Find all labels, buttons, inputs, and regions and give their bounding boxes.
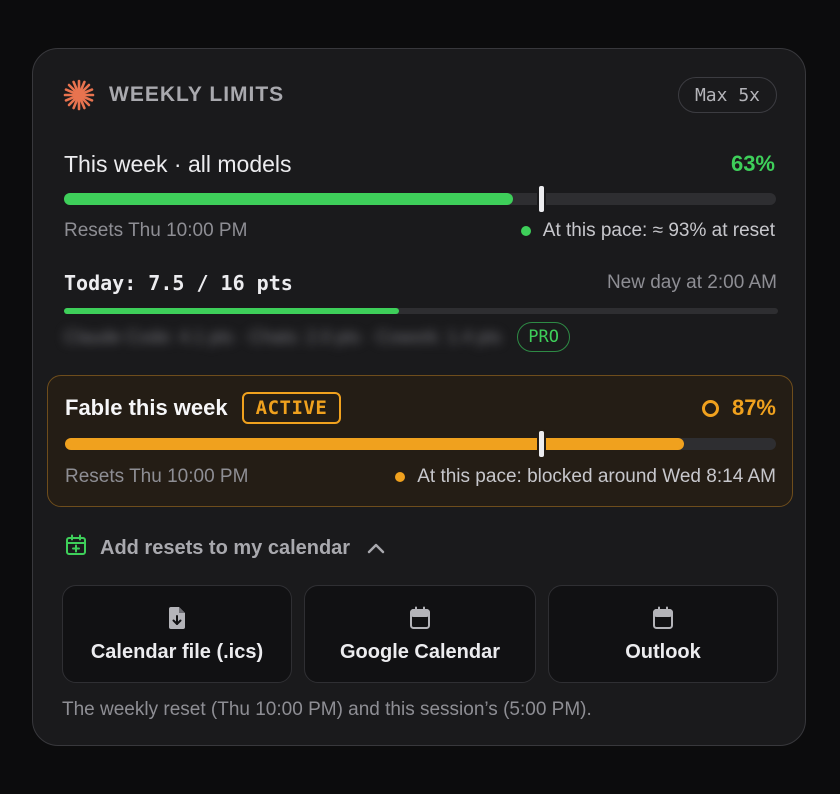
weekly-pace: At this pace: ≈ 93% at reset	[520, 220, 775, 242]
pro-badge: PRO	[517, 322, 570, 352]
outlook-button[interactable]: Outlook	[548, 585, 778, 683]
file-download-icon	[167, 605, 187, 631]
fable-title: Fable this week	[65, 395, 228, 420]
google-calendar-label: Google Calendar	[339, 640, 501, 663]
weekly-progress-track	[64, 186, 776, 212]
pace-dot-icon	[395, 472, 406, 482]
fable-percent-text: 87%	[731, 395, 776, 420]
card-header: WEEKLY LIMITS Max 5x	[63, 77, 777, 113]
chevron-up-icon	[366, 541, 386, 555]
weekly-header-row: This week · all models 63%	[64, 147, 775, 181]
fable-header-row: Fable this week ACTIVE 87%	[65, 391, 776, 425]
weekly-percent: 63%	[730, 151, 775, 176]
weekly-progress-fill	[64, 193, 513, 205]
plan-badge: Max 5x	[677, 77, 777, 113]
calendar-icon	[409, 605, 431, 631]
ring-icon	[701, 399, 719, 417]
fable-pace: At this pace: blocked around Wed 8:14 AM	[395, 466, 776, 488]
outlook-label: Outlook	[625, 640, 701, 663]
weekly-label: This week · all models	[64, 150, 292, 177]
weekly-resets: Resets Thu 10:00 PM	[64, 220, 248, 241]
today-progress-track	[64, 308, 778, 314]
fable-sub-row: Resets Thu 10:00 PM At this pace: blocke…	[65, 463, 776, 491]
today-row: Today: 7.5 / 16 pts New day at 2:00 AM	[64, 268, 777, 298]
new-day-text: New day at 2:00 AM	[606, 272, 777, 293]
fable-resets: Resets Thu 10:00 PM	[65, 466, 249, 487]
add-resets-label: Add resets to my calendar	[100, 536, 351, 559]
weekly-sub-row: Resets Thu 10:00 PM At this pace: ≈ 93% …	[64, 217, 775, 245]
today-breakdown-blurred: Claude Code: 4.1 pts · Chats: 2.0 pts · …	[64, 326, 502, 347]
fable-progress-fill	[65, 438, 684, 450]
calendar-file-button[interactable]: Calendar file (.ics)	[62, 585, 292, 683]
calendar-icon	[652, 605, 674, 631]
today-label: Today: 7.5 / 16 pts	[64, 271, 293, 295]
card-title: WEEKLY LIMITS	[109, 83, 285, 106]
weekly-limits-card: WEEKLY LIMITS Max 5x This week · all mod…	[32, 48, 806, 746]
weekly-pace-text: At this pace: ≈ 93% at reset	[542, 220, 775, 241]
calendar-footnote: The weekly reset (Thu 10:00 PM) and this…	[62, 699, 592, 720]
today-progress-fill	[64, 308, 399, 314]
add-resets-toggle[interactable]: Add resets to my calendar	[64, 533, 386, 563]
sparkle-burst-icon	[63, 79, 95, 111]
pace-dot-icon	[520, 226, 531, 236]
today-breakdown-row: Claude Code: 4.1 pts · Chats: 2.0 pts · …	[64, 321, 775, 353]
weekly-pace-marker	[538, 186, 544, 212]
fable-percent: 87%	[701, 395, 776, 421]
calendar-file-label: Calendar file (.ics)	[90, 640, 264, 663]
google-calendar-button[interactable]: Google Calendar	[304, 585, 536, 683]
calendar-plus-icon	[64, 533, 88, 563]
fable-pace-text: At this pace: blocked around Wed 8:14 AM	[417, 466, 776, 487]
fable-pace-marker	[538, 431, 544, 457]
fable-progress-track	[65, 431, 776, 457]
fable-weekly-panel: Fable this week ACTIVE 87% Resets Thu 10…	[47, 375, 793, 507]
active-badge: ACTIVE	[241, 392, 342, 424]
